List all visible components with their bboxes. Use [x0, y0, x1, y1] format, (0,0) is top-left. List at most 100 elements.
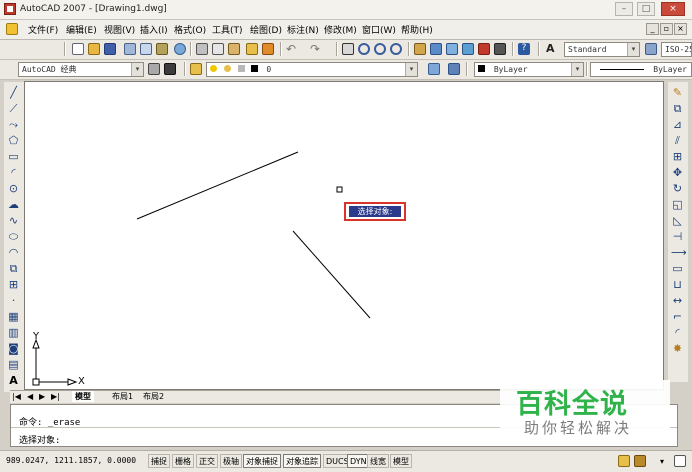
break-icon[interactable]: ⊔ [671, 278, 684, 291]
save-icon[interactable] [104, 43, 116, 55]
stretch-icon[interactable]: ◺ [671, 214, 684, 227]
tab-model[interactable]: 模型 [72, 391, 94, 402]
cut-icon[interactable] [196, 43, 208, 55]
coordinate-readout[interactable]: 989.0247, 1211.1857, 0.0000 [6, 456, 136, 465]
table-icon[interactable]: ▤ [7, 358, 20, 371]
plot-preview-icon[interactable] [140, 43, 152, 55]
close-button[interactable]: × [661, 2, 685, 16]
grid-toggle[interactable]: 栅格 [172, 454, 194, 468]
document-icon[interactable] [6, 23, 18, 35]
workspace-save-icon[interactable] [164, 63, 176, 75]
chevron-down-icon[interactable]: ▾ [405, 63, 417, 76]
polyline-icon[interactable]: ⤳ [7, 118, 20, 131]
trim-icon[interactable]: ⊣ [671, 230, 684, 243]
multiline-text-icon[interactable]: A [7, 374, 20, 387]
calculator-icon[interactable] [494, 43, 506, 55]
ellipse-arc-icon[interactable]: ◠ [7, 246, 20, 259]
minimize-button[interactable]: – [615, 2, 633, 16]
maximize-button[interactable]: □ [637, 2, 655, 16]
layer-select[interactable]: 0 ▾ [206, 62, 418, 77]
scale-icon[interactable]: ◱ [671, 198, 684, 211]
3d-dwf-icon[interactable] [174, 43, 186, 55]
make-layer-current-icon[interactable] [428, 63, 440, 75]
osnap-toggle[interactable]: 对象捕捉 [243, 454, 281, 468]
paste-icon[interactable] [228, 43, 240, 55]
text-style-select[interactable]: Standard ▾ [564, 42, 640, 57]
gradient-icon[interactable]: ▥ [7, 326, 20, 339]
doc-restore-button[interactable]: ▫ [660, 23, 673, 35]
color-select[interactable]: ByLayer ▾ [474, 62, 584, 77]
doc-minimize-button[interactable]: _ [646, 23, 659, 35]
polygon-icon[interactable]: ⬠ [7, 134, 20, 147]
linetype-select[interactable]: ByLayer [590, 62, 692, 77]
revision-cloud-icon[interactable]: ☁ [7, 198, 20, 211]
menu-insert[interactable]: 插入(I) [140, 23, 168, 36]
undo-icon[interactable]: ↶ [286, 43, 298, 55]
markup-icon[interactable] [478, 43, 490, 55]
line-entity-2[interactable] [292, 230, 371, 319]
pan-icon[interactable] [342, 43, 354, 55]
command-prompt[interactable]: 选择对象: [19, 433, 60, 446]
rotate-icon[interactable]: ↻ [671, 182, 684, 195]
menu-help[interactable]: 帮助(H) [401, 23, 433, 36]
extend-icon[interactable]: ⟶ [671, 246, 687, 259]
block-editor-icon[interactable] [262, 43, 274, 55]
status-menu-chevron-icon[interactable]: ▾ [660, 458, 672, 470]
mirror-icon[interactable]: ⊿ [671, 118, 684, 131]
erase-icon[interactable]: ✎ [671, 86, 684, 99]
menu-window[interactable]: 窗口(W) [362, 23, 396, 36]
redo-icon[interactable]: ↷ [310, 43, 322, 55]
dim-style-icon[interactable] [645, 43, 657, 55]
doc-close-button[interactable]: × [674, 23, 687, 35]
open-icon[interactable] [88, 43, 100, 55]
zoom-window-icon[interactable] [374, 43, 386, 55]
ellipse-icon[interactable]: ⬭ [7, 230, 20, 243]
zoom-realtime-icon[interactable] [358, 43, 370, 55]
menu-file[interactable]: 文件(F) [28, 23, 58, 36]
menu-view[interactable]: 视图(V) [104, 23, 135, 36]
autocad-app-icon[interactable] [4, 3, 16, 15]
chevron-down-icon[interactable]: ▾ [131, 63, 143, 76]
new-icon[interactable] [72, 43, 84, 55]
make-block-icon[interactable]: ⊞ [7, 278, 20, 291]
polar-toggle[interactable]: 极轴 [220, 454, 242, 468]
copy-object-icon[interactable]: ⧉ [671, 102, 684, 115]
snap-toggle[interactable]: 捕捉 [148, 454, 170, 468]
model-toggle[interactable]: 模型 [390, 454, 412, 468]
chevron-down-icon[interactable]: ▾ [627, 43, 639, 56]
tab-first-arrow[interactable]: |◀ [12, 391, 21, 402]
communication-center-icon[interactable] [618, 455, 630, 467]
tab-last-arrow[interactable]: ▶| [51, 391, 60, 402]
clean-screen-icon[interactable] [674, 455, 686, 467]
copy-icon[interactable] [212, 43, 224, 55]
sheet-set-icon[interactable] [462, 43, 474, 55]
menu-format[interactable]: 格式(O) [174, 23, 206, 36]
explode-icon[interactable]: ✸ [671, 342, 684, 355]
text-style-icon[interactable]: A [546, 43, 558, 55]
chevron-down-icon[interactable]: ▾ [571, 63, 583, 76]
match-properties-icon[interactable] [246, 43, 258, 55]
dim-style-select[interactable]: ISO-25 [661, 42, 692, 57]
join-icon[interactable]: ↔ [671, 294, 684, 307]
offset-icon[interactable]: ⫽ [671, 134, 684, 147]
region-icon[interactable]: ◙ [7, 342, 20, 355]
hatch-icon[interactable]: ▦ [7, 310, 20, 323]
menu-modify[interactable]: 修改(M) [324, 23, 357, 36]
array-icon[interactable]: ⊞ [671, 150, 684, 163]
drawing-area[interactable]: Y X 选择对象: [24, 81, 664, 390]
publish-icon[interactable] [156, 43, 168, 55]
zoom-previous-icon[interactable] [390, 43, 402, 55]
design-center-icon[interactable] [430, 43, 442, 55]
point-icon[interactable]: · [7, 294, 20, 307]
menu-dimension[interactable]: 标注(N) [287, 23, 319, 36]
otrack-toggle[interactable]: 对象追踪 [283, 454, 321, 468]
line-entity-1[interactable] [136, 151, 299, 220]
layer-previous-icon[interactable] [448, 63, 460, 75]
line-icon[interactable]: ╱ [7, 86, 20, 99]
help-icon[interactable]: ? [518, 43, 530, 55]
menu-edit[interactable]: 编辑(E) [66, 23, 97, 36]
lineweight-toggle[interactable]: 线宽 [367, 454, 389, 468]
properties-icon[interactable] [414, 43, 426, 55]
tab-prev-arrow[interactable]: ◀ [27, 391, 33, 402]
menu-draw[interactable]: 绘图(D) [250, 23, 282, 36]
